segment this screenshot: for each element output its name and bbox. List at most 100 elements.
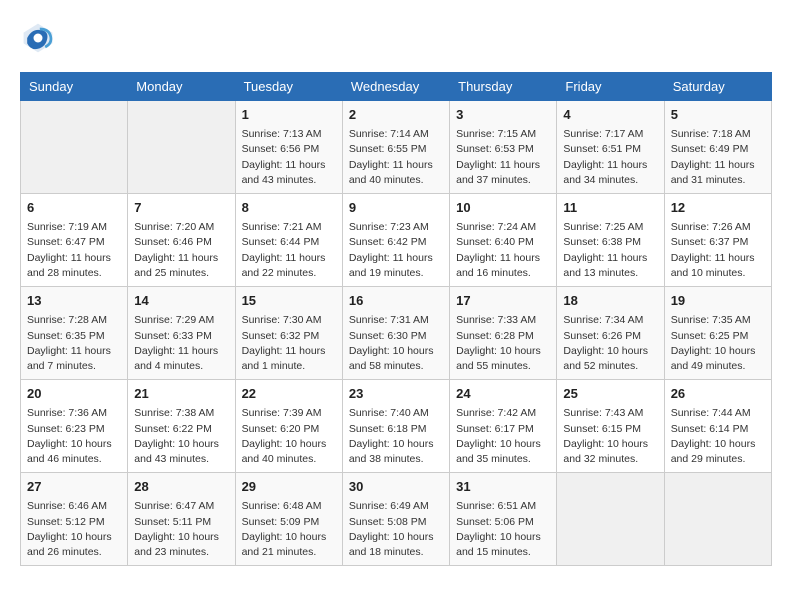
day-info: Sunrise: 7:33 AM Sunset: 6:28 PM Dayligh… [456,313,550,374]
calendar-cell: 12 Sunrise: 7:26 AM Sunset: 6:37 PM Dayli… [664,194,771,287]
day-info: Sunrise: 6:49 AM Sunset: 5:08 PM Dayligh… [349,499,443,560]
day-number: 19 [671,292,765,310]
calendar-cell: 28 Sunrise: 6:47 AM Sunset: 5:11 PM Dayli… [128,473,235,566]
calendar-cell: 8 Sunrise: 7:21 AM Sunset: 6:44 PM Daylig… [235,194,342,287]
calendar-cell: 5 Sunrise: 7:18 AM Sunset: 6:49 PM Daylig… [664,101,771,194]
calendar-table: SundayMondayTuesdayWednesdayThursdayFrid… [20,72,772,566]
day-number: 5 [671,106,765,124]
calendar-cell: 15 Sunrise: 7:30 AM Sunset: 6:32 PM Dayli… [235,287,342,380]
day-info: Sunrise: 7:34 AM Sunset: 6:26 PM Dayligh… [563,313,657,374]
day-number: 23 [349,385,443,403]
day-number: 25 [563,385,657,403]
weekday-header-tuesday: Tuesday [235,73,342,101]
calendar-cell: 20Sunrise: 7:36 AM Sunset: 6:23 PM Dayli… [21,380,128,473]
day-number: 4 [563,106,657,124]
day-number: 26 [671,385,765,403]
calendar-cell [21,101,128,194]
day-info: Sunrise: 6:51 AM Sunset: 5:06 PM Dayligh… [456,499,550,560]
week-row-3: 13 Sunrise: 7:28 AM Sunset: 6:35 PM Dayli… [21,287,772,380]
calendar-cell: 6 Sunrise: 7:19 AM Sunset: 6:47 PM Daylig… [21,194,128,287]
day-info: Sunrise: 7:17 AM Sunset: 6:51 PM Dayligh… [563,127,657,188]
day-number: 3 [456,106,550,124]
week-row-1: 1 Sunrise: 7:13 AM Sunset: 6:56 PM Daylig… [21,101,772,194]
day-info: Sunrise: 7:31 AM Sunset: 6:30 PM Dayligh… [349,313,443,374]
day-number: 7 [134,199,228,217]
day-number: 15 [242,292,336,310]
day-info: Sunrise: 7:13 AM Sunset: 6:56 PM Dayligh… [242,127,336,188]
weekday-header-monday: Monday [128,73,235,101]
day-info: Sunrise: 6:47 AM Sunset: 5:11 PM Dayligh… [134,499,228,560]
logo-icon [20,20,56,56]
day-info: Sunrise: 7:42 AM Sunset: 6:17 PM Dayligh… [456,406,550,467]
week-row-2: 6 Sunrise: 7:19 AM Sunset: 6:47 PM Daylig… [21,194,772,287]
day-info: Sunrise: 7:21 AM Sunset: 6:44 PM Dayligh… [242,220,336,281]
calendar-cell: 1 Sunrise: 7:13 AM Sunset: 6:56 PM Daylig… [235,101,342,194]
calendar-cell: 31 Sunrise: 6:51 AM Sunset: 5:06 PM Dayli… [450,473,557,566]
day-info: Sunrise: 7:44 AM Sunset: 6:14 PM Dayligh… [671,406,765,467]
calendar-cell: 30Sunrise: 6:49 AM Sunset: 5:08 PM Dayli… [342,473,449,566]
day-number: 13 [27,292,121,310]
day-number: 21 [134,385,228,403]
day-info: Sunrise: 7:38 AM Sunset: 6:22 PM Dayligh… [134,406,228,467]
day-info: Sunrise: 7:26 AM Sunset: 6:37 PM Dayligh… [671,220,765,281]
day-info: Sunrise: 7:39 AM Sunset: 6:20 PM Dayligh… [242,406,336,467]
calendar-cell: 13 Sunrise: 7:28 AM Sunset: 6:35 PM Dayli… [21,287,128,380]
day-number: 6 [27,199,121,217]
calendar-cell: 22Sunrise: 7:39 AM Sunset: 6:20 PM Dayli… [235,380,342,473]
day-number: 1 [242,106,336,124]
day-number: 12 [671,199,765,217]
calendar-header: SundayMondayTuesdayWednesdayThursdayFrid… [21,73,772,101]
calendar-cell: 2Sunrise: 7:14 AM Sunset: 6:55 PM Daylig… [342,101,449,194]
day-info: Sunrise: 7:18 AM Sunset: 6:49 PM Dayligh… [671,127,765,188]
week-row-5: 27Sunrise: 6:46 AM Sunset: 5:12 PM Dayli… [21,473,772,566]
day-number: 11 [563,199,657,217]
calendar-cell: 29 Sunrise: 6:48 AM Sunset: 5:09 PM Dayli… [235,473,342,566]
calendar-cell: 14 Sunrise: 7:29 AM Sunset: 6:33 PM Dayli… [128,287,235,380]
day-number: 2 [349,106,443,124]
day-info: Sunrise: 7:25 AM Sunset: 6:38 PM Dayligh… [563,220,657,281]
calendar-cell: 19Sunrise: 7:35 AM Sunset: 6:25 PM Dayli… [664,287,771,380]
calendar-cell [557,473,664,566]
calendar-cell [664,473,771,566]
day-number: 16 [349,292,443,310]
calendar-cell: 17Sunrise: 7:33 AM Sunset: 6:28 PM Dayli… [450,287,557,380]
calendar-cell: 3Sunrise: 7:15 AM Sunset: 6:53 PM Daylig… [450,101,557,194]
day-number: 28 [134,478,228,496]
day-number: 29 [242,478,336,496]
calendar-cell: 21 Sunrise: 7:38 AM Sunset: 6:22 PM Dayli… [128,380,235,473]
day-info: Sunrise: 7:19 AM Sunset: 6:47 PM Dayligh… [27,220,121,281]
day-number: 31 [456,478,550,496]
day-info: Sunrise: 7:28 AM Sunset: 6:35 PM Dayligh… [27,313,121,374]
calendar-cell: 10Sunrise: 7:24 AM Sunset: 6:40 PM Dayli… [450,194,557,287]
page-header [20,20,772,56]
calendar-cell: 16 Sunrise: 7:31 AM Sunset: 6:30 PM Dayli… [342,287,449,380]
day-info: Sunrise: 7:40 AM Sunset: 6:18 PM Dayligh… [349,406,443,467]
logo [20,20,62,56]
day-number: 10 [456,199,550,217]
weekday-header-thursday: Thursday [450,73,557,101]
day-info: Sunrise: 6:48 AM Sunset: 5:09 PM Dayligh… [242,499,336,560]
calendar-cell: 23 Sunrise: 7:40 AM Sunset: 6:18 PM Dayli… [342,380,449,473]
weekday-header-wednesday: Wednesday [342,73,449,101]
day-info: Sunrise: 7:36 AM Sunset: 6:23 PM Dayligh… [27,406,121,467]
day-info: Sunrise: 6:46 AM Sunset: 5:12 PM Dayligh… [27,499,121,560]
weekday-header-sunday: Sunday [21,73,128,101]
calendar-body: 1 Sunrise: 7:13 AM Sunset: 6:56 PM Daylig… [21,101,772,566]
calendar-cell: 4 Sunrise: 7:17 AM Sunset: 6:51 PM Daylig… [557,101,664,194]
week-row-4: 20Sunrise: 7:36 AM Sunset: 6:23 PM Dayli… [21,380,772,473]
day-info: Sunrise: 7:29 AM Sunset: 6:33 PM Dayligh… [134,313,228,374]
weekday-header-saturday: Saturday [664,73,771,101]
day-info: Sunrise: 7:43 AM Sunset: 6:15 PM Dayligh… [563,406,657,467]
day-info: Sunrise: 7:23 AM Sunset: 6:42 PM Dayligh… [349,220,443,281]
calendar-cell: 25 Sunrise: 7:43 AM Sunset: 6:15 PM Dayli… [557,380,664,473]
day-number: 9 [349,199,443,217]
calendar-cell [128,101,235,194]
day-number: 14 [134,292,228,310]
day-info: Sunrise: 7:30 AM Sunset: 6:32 PM Dayligh… [242,313,336,374]
calendar-cell: 18Sunrise: 7:34 AM Sunset: 6:26 PM Dayli… [557,287,664,380]
calendar-cell: 9 Sunrise: 7:23 AM Sunset: 6:42 PM Daylig… [342,194,449,287]
day-number: 8 [242,199,336,217]
day-info: Sunrise: 7:20 AM Sunset: 6:46 PM Dayligh… [134,220,228,281]
calendar-cell: 11 Sunrise: 7:25 AM Sunset: 6:38 PM Dayli… [557,194,664,287]
calendar-cell: 27Sunrise: 6:46 AM Sunset: 5:12 PM Dayli… [21,473,128,566]
